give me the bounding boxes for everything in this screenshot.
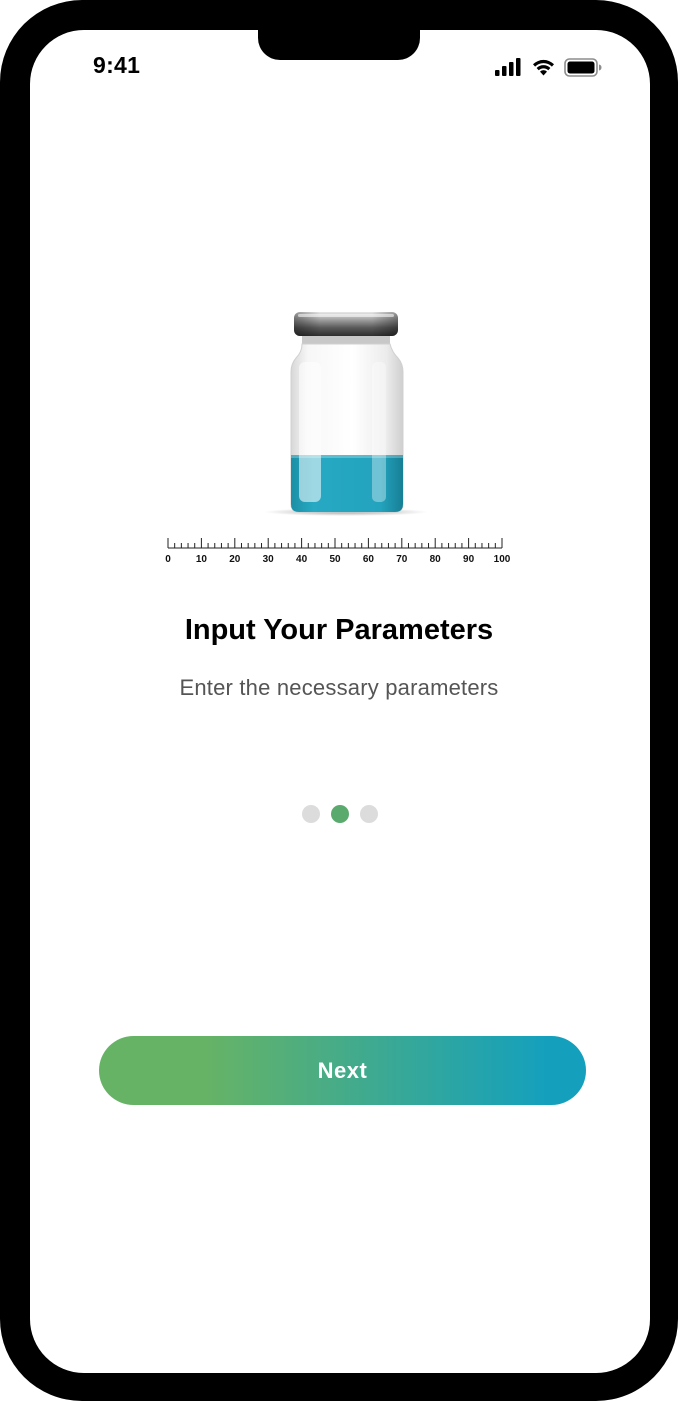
ruler-label: 60 — [363, 554, 375, 565]
status-icons — [495, 56, 602, 78]
next-button-label: Next — [317, 1057, 368, 1083]
ruler-label: 10 — [196, 554, 208, 565]
ruler-label: 100 — [494, 554, 511, 565]
ruler-label: 70 — [396, 554, 408, 565]
page-dot — [302, 805, 320, 823]
device-notch — [258, 28, 420, 60]
page-dot — [360, 805, 378, 823]
status-time: 9:41 — [93, 52, 141, 78]
ruler-label: 40 — [296, 554, 308, 565]
cellular-signal-icon — [495, 58, 523, 76]
ruler-label: 30 — [263, 554, 275, 565]
ruler-label: 80 — [430, 554, 442, 565]
page-dot-active — [331, 805, 349, 823]
measuring-ruler — [167, 538, 503, 549]
ruler-label: 20 — [229, 554, 241, 565]
battery-icon — [564, 57, 602, 77]
page-indicator — [302, 805, 378, 823]
vial-illustration: 0 10 20 30 40 50 60 70 80 90 100 — [160, 300, 520, 575]
next-button[interactable]: Next — [99, 1036, 586, 1105]
ruler-label: 90 — [463, 554, 475, 565]
ruler-label: 0 — [165, 554, 171, 565]
page-title: Input Your Parameters — [184, 614, 494, 646]
wifi-icon — [531, 58, 556, 76]
ruler-label: 50 — [329, 554, 341, 565]
screen — [30, 30, 650, 1373]
page-subtitle: Enter the necessary parameters — [179, 675, 499, 700]
